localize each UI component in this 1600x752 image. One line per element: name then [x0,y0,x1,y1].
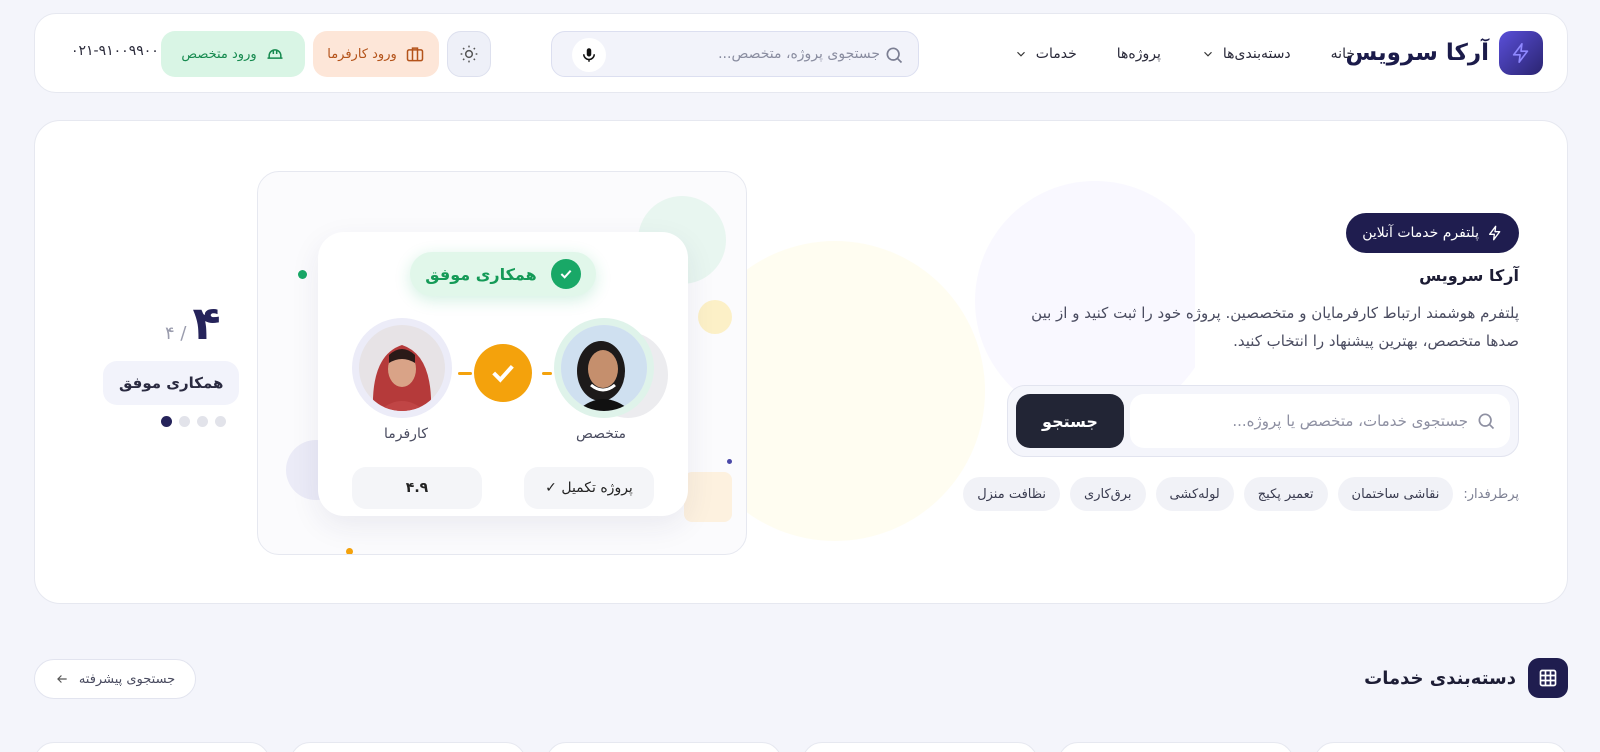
category-card[interactable] [546,742,782,752]
popular-label: پرطرفدار: [1463,486,1519,502]
employer-avatar [352,318,452,418]
microphone-icon [583,48,595,62]
category-card[interactable] [1314,742,1568,752]
expert-login-button[interactable]: ورود متخصص [161,31,305,77]
briefcase-icon [406,47,423,62]
popular-chip[interactable]: برق‌کاری [1070,477,1146,511]
sun-icon [460,45,478,63]
brand[interactable]: آرکا سرویس [1345,31,1543,75]
chevron-down-icon [1203,51,1212,57]
hero-search-field [1130,394,1510,448]
brand-name: آرکا سرویس [1345,40,1489,66]
category-card[interactable] [1058,742,1294,752]
arrow-left-icon [56,675,67,683]
advanced-search-button[interactable]: جستجوی پیشرفته [34,659,196,699]
decor-dot [298,270,307,279]
hero-title: آرکا سرویس [1419,266,1519,285]
platform-badge: پلتفرم خدمات آنلاین [1346,213,1519,253]
decor-square [684,472,732,522]
lightning-logo-icon [1499,31,1543,75]
hero-description: پلتفرم هوشمند ارتباط کارفرمایان و متخصصی… [1031,304,1519,350]
slide-label: همکاری موفق [103,361,240,405]
top-header: آرکا سرویس خانه دسته‌بندی‌ها پروژه‌ها خد… [34,13,1568,93]
nav-home[interactable]: خانه [1331,46,1355,62]
nav-categories-label: دسته‌بندی‌ها [1222,46,1291,62]
nav-categories[interactable]: دسته‌بندی‌ها [1201,46,1291,62]
connector-line [458,372,472,375]
slider-dot[interactable] [215,416,226,427]
nav-services[interactable]: خدمات [1014,46,1077,62]
advanced-search-label: جستجوی پیشرفته [78,671,176,687]
decor-circle [698,300,732,334]
nav-projects[interactable]: پروژه‌ها [1117,46,1161,62]
slider-dots [161,416,226,427]
chevron-down-icon [1016,51,1025,57]
rating-box: ۴.۹ [352,467,482,509]
header-search-input[interactable] [620,42,880,66]
employer-login-button[interactable]: ورود کارفرما [313,31,439,77]
hero-section: پلتفرم خدمات آنلاین آرکا سرویس پلتفرم هو… [34,120,1568,604]
popular-chip[interactable]: لوله‌کشی [1155,477,1234,511]
popular-chip[interactable]: تعمیر پکیج [1243,477,1328,511]
phone-number[interactable]: ۰۲۱-۹۱۰۰۹۹۰۰ [71,43,159,59]
expert-avatar [554,318,654,418]
platform-badge-label: پلتفرم خدمات آنلاین [1362,225,1479,241]
lightning-icon [1489,225,1501,241]
expert-login-label: ورود متخصص [181,46,257,62]
microphone-button[interactable] [572,38,606,72]
success-badge: همکاری موفق [410,252,596,296]
slide-current: ۴ [192,296,221,350]
category-card[interactable] [802,742,1038,752]
category-card[interactable] [34,742,270,752]
employer-photo [359,325,445,411]
slider-dot[interactable] [161,416,172,427]
search-icon [1478,413,1495,430]
employer-login-label: ورود کارفرما [327,46,397,62]
categories-header: دسته‌بندی خدمات [1364,658,1568,698]
collaboration-card: همکاری موفق متخصص کارفرما پروژه تکمیل ✓ … [318,232,688,516]
decor-dot [727,459,732,464]
slider-dot[interactable] [179,416,190,427]
nav-home-label: خانه [1330,46,1355,62]
theme-toggle-button[interactable] [447,31,491,77]
slide-counter: ۴ / ۴ [165,296,221,350]
employer-label: کارفرما [384,426,428,442]
popular-chip[interactable]: نقاشی ساختمان [1337,477,1454,511]
section-title: دسته‌بندی خدمات [1364,667,1516,689]
check-icon [550,259,581,289]
expert-label: متخصص [576,426,627,442]
decor-dot [346,548,353,554]
popular-searches: پرطرفدار: نقاشی ساختمان تعمیر پکیج لوله‌… [963,477,1519,511]
grid-icon [1528,658,1568,698]
connector-line [542,372,552,375]
popular-chip[interactable]: نظافت منزل [963,477,1061,511]
hero-glow-decoration [685,181,1195,541]
collaboration-illustration: همکاری موفق متخصص کارفرما پروژه تکمیل ✓ … [257,171,747,555]
nav-projects-label: پروژه‌ها [1116,46,1161,62]
project-done-box: پروژه تکمیل ✓ [524,467,654,509]
slide-total: ۴ / [165,323,187,344]
expert-photo [561,325,647,411]
nav-services-label: خدمات [1035,46,1077,62]
hard-hat-icon [267,49,283,59]
main-nav: خانه دسته‌بندی‌ها پروژه‌ها خدمات [1014,14,1355,94]
search-icon [886,47,903,64]
match-check-icon [474,344,532,402]
slider-dot[interactable] [197,416,208,427]
category-card[interactable] [290,742,526,752]
hero-search-button[interactable]: جستجو [1016,394,1124,448]
header-search [551,31,919,77]
hero-search: جستجو [1007,385,1519,457]
success-label: همکاری موفق [425,264,537,284]
hero-search-input[interactable] [1148,408,1468,434]
